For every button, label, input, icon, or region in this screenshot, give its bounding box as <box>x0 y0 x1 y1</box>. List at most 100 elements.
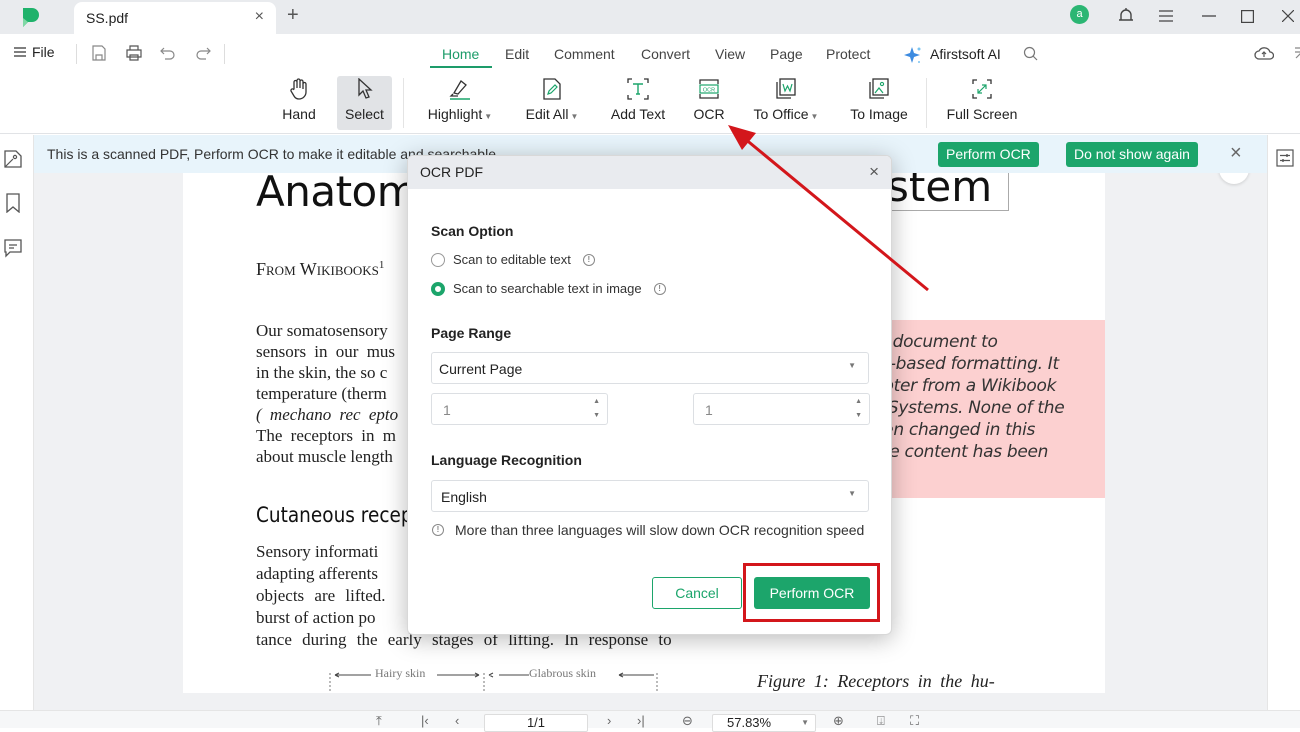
do-not-show-again-button[interactable]: Do not show again <box>1066 142 1198 167</box>
cursor-arrow-icon <box>352 76 378 102</box>
increment-icon[interactable]: ▲ <box>593 398 600 405</box>
tab-protect[interactable]: Protect <box>826 46 870 62</box>
ocr-icon: OCR <box>696 76 722 102</box>
tab-comment[interactable]: Comment <box>554 46 615 62</box>
bell-icon[interactable] <box>1113 3 1139 29</box>
comment-icon[interactable] <box>3 238 23 258</box>
ocr-button[interactable]: OCR OCR <box>693 76 725 130</box>
highlighter-icon <box>447 76 473 102</box>
tab-view[interactable]: View <box>715 46 745 62</box>
save-icon[interactable] <box>89 43 109 63</box>
bookmark-icon[interactable] <box>3 193 23 213</box>
maximize-icon[interactable] <box>1234 3 1260 29</box>
chevron-down-icon: ▼ <box>801 718 809 727</box>
radio-scan-searchable[interactable]: Scan to searchable text in image ! <box>431 281 666 296</box>
zoom-in-icon[interactable]: ⊕ <box>833 713 844 729</box>
print-icon[interactable] <box>124 43 144 63</box>
tab-page[interactable]: Page <box>770 46 803 62</box>
minimize-icon[interactable] <box>1196 3 1222 29</box>
new-tab-icon[interactable]: + <box>287 4 299 27</box>
menu-bar: File Home Edit Comment Convert View Page… <box>0 34 1300 72</box>
hand-tool-button[interactable]: Hand <box>278 76 320 130</box>
page-to-value: 1 <box>705 402 713 418</box>
info-icon[interactable]: ! <box>582 253 595 266</box>
file-menu[interactable]: File <box>14 44 55 60</box>
byline-text: From Wikibooks <box>256 259 379 279</box>
language-note-text: More than three languages will slow down… <box>455 522 865 538</box>
sparkle-icon <box>904 47 921 63</box>
text-line: re-based formatting. It <box>873 354 1059 374</box>
footnote-mark: 1 <box>378 259 385 271</box>
window-close-icon[interactable] <box>1275 3 1300 29</box>
page-range-select[interactable]: Current Page ▼ <box>431 352 869 384</box>
tab-close-icon[interactable]: × <box>255 8 264 26</box>
perform-ocr-button[interactable]: Perform OCR <box>754 577 870 609</box>
document-tab[interactable]: SS.pdf × <box>74 2 276 34</box>
left-sidebar <box>0 135 34 728</box>
radio-button-checked[interactable] <box>431 281 445 296</box>
ai-assistant-button[interactable]: Afirstsoft AI <box>930 46 1001 62</box>
first-page-top-icon[interactable]: ⤒ <box>376 713 382 729</box>
notice-text: le document to re-based formatting. It a… <box>873 331 1065 463</box>
dialog-header: OCR PDF × <box>408 156 891 189</box>
text-line: y Systems. None of the <box>873 398 1065 418</box>
cloud-upload-icon[interactable] <box>1254 43 1274 63</box>
to-office-button[interactable]: To Office ▼ <box>750 76 822 130</box>
zoom-out-icon[interactable]: ⊖ <box>682 713 693 729</box>
document-byline: From Wikibooks1 <box>256 259 384 280</box>
properties-icon[interactable] <box>1276 149 1294 167</box>
to-image-button[interactable]: To Image <box>848 76 910 130</box>
tab-home[interactable]: Home <box>442 46 479 62</box>
next-page-icon[interactable]: › <box>607 713 611 728</box>
language-select[interactable]: English ▼ <box>431 480 869 512</box>
cancel-button[interactable]: Cancel <box>652 577 742 609</box>
ocr-dialog: OCR PDF × Scan Option Scan to editable t… <box>407 155 892 635</box>
collapse-ribbon-icon[interactable] <box>1290 43 1300 63</box>
section-heading: Cutaneous recept <box>256 503 420 527</box>
active-tab-indicator <box>430 66 492 68</box>
radio-label: Scan to editable text <box>453 252 571 267</box>
thumbnail-icon[interactable] <box>3 149 23 169</box>
tab-convert[interactable]: Convert <box>641 46 690 62</box>
radio-button[interactable] <box>431 252 445 267</box>
text-line: apter from a Wikibook <box>873 376 1057 396</box>
info-icon[interactable]: ! <box>653 282 666 295</box>
banner-perform-ocr-button[interactable]: Perform OCR <box>938 142 1039 167</box>
decrement-icon[interactable]: ▼ <box>593 412 600 419</box>
highlight-button[interactable]: Highlight ▼ <box>424 76 496 130</box>
redo-icon[interactable] <box>193 43 213 63</box>
page-range-heading: Page Range <box>431 325 512 341</box>
first-page-icon[interactable]: |‹ <box>421 713 429 728</box>
dialog-close-icon[interactable]: × <box>869 162 879 182</box>
dialog-title: OCR PDF <box>420 164 483 180</box>
scan-option-heading: Scan Option <box>431 223 514 239</box>
chevron-down-icon: ▼ <box>570 112 579 121</box>
tab-edit[interactable]: Edit <box>505 46 529 62</box>
figure-caption: Figure 1: Receptors in the hu- <box>757 671 995 691</box>
text-line: me content has been <box>873 442 1049 462</box>
menu-icon[interactable] <box>1153 3 1179 29</box>
document-title-end: stem <box>883 173 1010 211</box>
increment-icon[interactable]: ▲ <box>855 398 862 405</box>
banner-close-icon[interactable]: × <box>1230 142 1242 165</box>
page-number-input[interactable]: 1/1 <box>484 714 588 732</box>
full-screen-button[interactable]: Full Screen <box>946 76 1018 130</box>
undo-icon[interactable] <box>158 43 178 63</box>
decrement-icon[interactable]: ▼ <box>855 412 862 419</box>
fit-width-icon[interactable]: ⍗ <box>877 713 885 729</box>
edit-all-button[interactable]: Edit All ▼ <box>523 76 581 130</box>
figure: Hairy skin Glabrous skin <box>329 666 659 693</box>
divider <box>926 78 927 128</box>
previous-page-icon[interactable]: ‹ <box>455 713 459 728</box>
last-page-icon[interactable]: ›| <box>637 713 645 728</box>
avatar[interactable]: a <box>1070 5 1089 24</box>
select-tool-button[interactable]: Select <box>337 76 392 130</box>
fit-page-icon[interactable]: ⛶ <box>910 713 919 729</box>
page-from-input[interactable]: 1 ▲ ▼ <box>431 393 608 425</box>
zoom-select[interactable]: 57.83% ▼ <box>712 714 816 732</box>
search-icon[interactable] <box>1020 43 1040 63</box>
to-office-label: To Office <box>753 106 809 122</box>
radio-scan-editable[interactable]: Scan to editable text ! <box>431 252 595 267</box>
add-text-button[interactable]: Add Text <box>608 76 668 130</box>
page-to-input[interactable]: 1 ▲ ▼ <box>693 393 870 425</box>
